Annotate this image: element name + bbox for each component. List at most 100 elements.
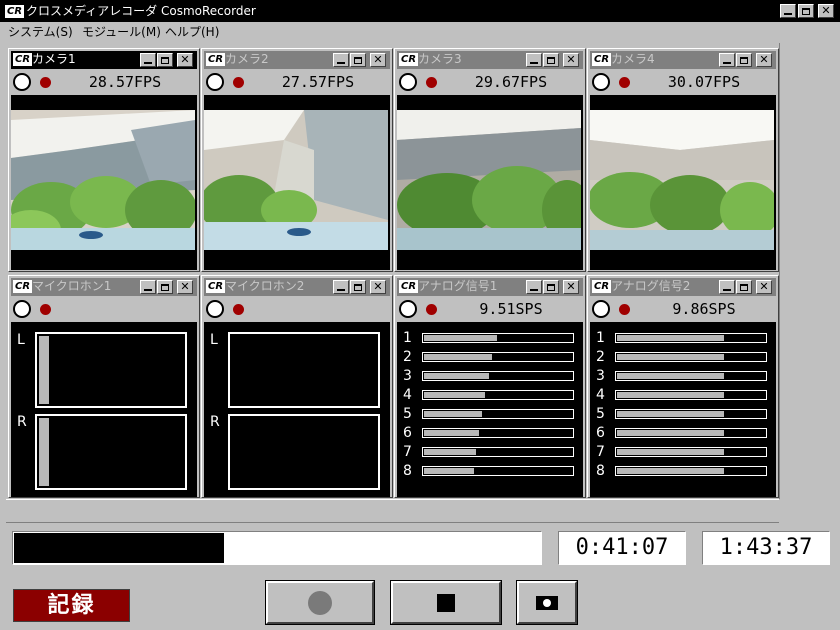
- panel-titlebar[interactable]: CR カメラ4 ✕: [590, 51, 776, 69]
- channel-fill: [617, 411, 724, 417]
- enable-toggle[interactable]: [592, 73, 610, 91]
- camera-panel-4[interactable]: CR カメラ4 ✕ 30.07FPS: [587, 48, 779, 272]
- audio-meters: L R: [204, 322, 390, 497]
- camera-panel-3[interactable]: CR カメラ3 ✕ 29.67FPS: [394, 48, 586, 272]
- panel-maximize-button[interactable]: [543, 53, 559, 67]
- camera-feed-image: [397, 110, 581, 250]
- panel-maximize-button[interactable]: [157, 280, 173, 294]
- panel-close-button[interactable]: ✕: [756, 280, 772, 294]
- panel-titlebar[interactable]: CR アナログ信号1 ✕: [397, 278, 583, 296]
- enable-toggle[interactable]: [13, 73, 31, 91]
- analog-channel-row: 7: [590, 443, 776, 462]
- enable-toggle[interactable]: [13, 300, 31, 318]
- microphone-panel-2[interactable]: CR マイクロホン2 ✕ L R: [201, 275, 393, 498]
- panel-minimize-button[interactable]: [333, 280, 349, 294]
- camera-panel-1[interactable]: CR カメラ1 ✕ 28.57FPS: [8, 48, 200, 272]
- minimize-icon: [144, 289, 152, 291]
- camera-feed-image: [590, 110, 774, 250]
- panel-controls: 9.86SPS: [590, 297, 776, 322]
- analog-channel-row: 2: [397, 348, 583, 367]
- panel-titlebar[interactable]: CR アナログ信号2 ✕: [590, 278, 776, 296]
- frame-rate: 30.07FPS: [667, 73, 741, 91]
- panel-controls: 9.51SPS: [397, 297, 583, 322]
- camera-feed-image: [11, 110, 195, 250]
- analog-panel-2[interactable]: CR アナログ信号2 ✕ 9.86SPS 1 2 3 4 5 6 7 8: [587, 275, 779, 498]
- channel-number: 3: [596, 368, 605, 384]
- cr-logo-icon: CR: [206, 53, 226, 66]
- enable-toggle[interactable]: [206, 73, 224, 91]
- snapshot-button[interactable]: [516, 580, 578, 625]
- panel-minimize-button[interactable]: [719, 280, 735, 294]
- panel-minimize-button[interactable]: [526, 280, 542, 294]
- record-indicator-icon: [40, 304, 51, 315]
- panel-titlebar[interactable]: CR カメラ3 ✕: [397, 51, 583, 69]
- panel-minimize-button[interactable]: [719, 53, 735, 67]
- channel-bar: [615, 352, 767, 362]
- channel-fill: [617, 430, 724, 436]
- panel-close-button[interactable]: ✕: [370, 53, 386, 67]
- enable-toggle[interactable]: [206, 300, 224, 318]
- panel-maximize-button[interactable]: [736, 280, 752, 294]
- panel-maximize-button[interactable]: [350, 53, 366, 67]
- panel-close-button[interactable]: ✕: [370, 280, 386, 294]
- menu-help[interactable]: ヘルプ(H): [165, 25, 219, 39]
- panel-title: カメラ3: [418, 52, 462, 66]
- record-indicator-icon: [426, 304, 437, 315]
- analog-panel-1[interactable]: CR アナログ信号1 ✕ 9.51SPS 1 2 3 4 5 6 7 8: [394, 275, 586, 498]
- close-icon: ✕: [373, 53, 383, 66]
- close-icon: ✕: [821, 4, 831, 17]
- analog-channel-row: 8: [590, 462, 776, 481]
- panel-titlebar[interactable]: CR カメラ2 ✕: [204, 51, 390, 69]
- minimize-button[interactable]: [780, 4, 796, 18]
- panel-maximize-button[interactable]: [736, 53, 752, 67]
- channel-fill: [424, 430, 479, 436]
- camera-panel-2[interactable]: CR カメラ2 ✕ 27.57FPS: [201, 48, 393, 272]
- record-button[interactable]: [265, 580, 375, 625]
- channel-fill: [424, 449, 476, 455]
- record-indicator-icon: [619, 77, 630, 88]
- enable-toggle[interactable]: [399, 73, 417, 91]
- channel-bar: [422, 371, 574, 381]
- panel-maximize-button[interactable]: [543, 280, 559, 294]
- panel-minimize-button[interactable]: [140, 280, 156, 294]
- analog-channel-row: 3: [590, 367, 776, 386]
- enable-toggle[interactable]: [592, 300, 610, 318]
- channel-number: 2: [403, 349, 412, 365]
- panel-controls: 29.67FPS: [397, 70, 583, 95]
- panel-close-button[interactable]: ✕: [177, 53, 193, 67]
- analog-channel-row: 3: [397, 367, 583, 386]
- camera-view: [204, 95, 390, 270]
- panel-close-button[interactable]: ✕: [177, 280, 193, 294]
- menu-system[interactable]: システム(S): [8, 25, 73, 39]
- panel-close-button[interactable]: ✕: [756, 53, 772, 67]
- elapsed-time: 0:41:07: [558, 531, 686, 565]
- channel-fill: [424, 373, 489, 379]
- channel-bar: [615, 333, 767, 343]
- panel-close-button[interactable]: ✕: [563, 53, 579, 67]
- maximize-icon: [740, 56, 748, 64]
- channel-bar: [422, 466, 574, 476]
- maximize-button[interactable]: [798, 4, 814, 18]
- camera-view: [590, 95, 776, 270]
- analog-channel-row: 6: [397, 424, 583, 443]
- menu-module[interactable]: モジュール(M): [82, 25, 161, 39]
- panel-titlebar[interactable]: CR カメラ1 ✕: [11, 51, 197, 69]
- close-button[interactable]: ✕: [818, 4, 834, 18]
- panel-titlebar[interactable]: CR マイクロホン1 ✕: [11, 278, 197, 296]
- square-icon: [437, 593, 455, 612]
- frame-rate: 27.57FPS: [281, 73, 355, 91]
- app-titlebar: CR クロスメディアレコーダ CosmoRecorder ✕: [0, 0, 840, 22]
- panel-close-button[interactable]: ✕: [563, 280, 579, 294]
- frame-rate: 29.67FPS: [474, 73, 548, 91]
- panel-maximize-button[interactable]: [157, 53, 173, 67]
- panel-minimize-button[interactable]: [140, 53, 156, 67]
- panel-maximize-button[interactable]: [350, 280, 366, 294]
- sample-rate: 9.86SPS: [672, 300, 736, 318]
- panel-minimize-button[interactable]: [526, 53, 542, 67]
- panel-titlebar[interactable]: CR マイクロホン2 ✕: [204, 278, 390, 296]
- stop-button[interactable]: [390, 580, 502, 625]
- panel-controls: 27.57FPS: [204, 70, 390, 95]
- panel-minimize-button[interactable]: [333, 53, 349, 67]
- enable-toggle[interactable]: [399, 300, 417, 318]
- microphone-panel-1[interactable]: CR マイクロホン1 ✕ L R: [8, 275, 200, 498]
